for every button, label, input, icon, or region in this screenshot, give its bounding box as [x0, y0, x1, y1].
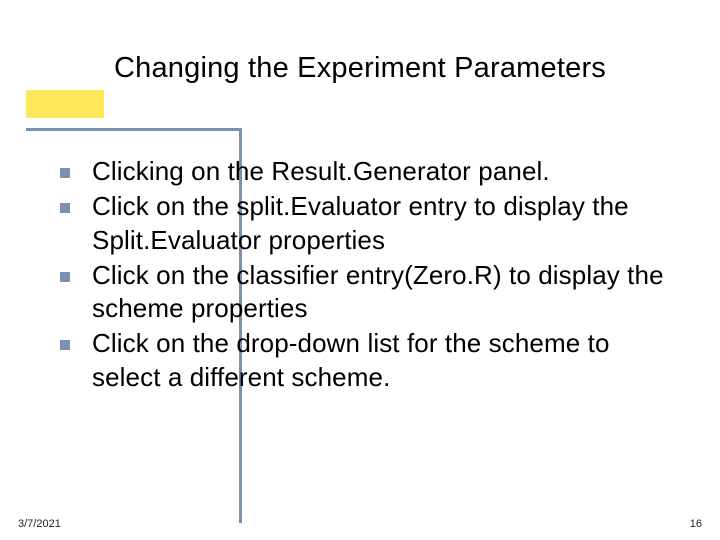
accent-block: [26, 90, 104, 118]
list-item: Clicking on the Result.Generator panel.: [60, 155, 680, 188]
slide-body: Clicking on the Result.Generator panel. …: [60, 155, 680, 396]
bullet-text: Click on the drop-down list for the sche…: [92, 327, 680, 394]
footer-date: 3/7/2021: [18, 518, 61, 530]
footer-page-number: 16: [690, 518, 702, 530]
bullet-text: Click on the classifier entry(Zero.R) to…: [92, 259, 680, 326]
bullet-text: Click on the split.Evaluator entry to di…: [92, 190, 680, 257]
bullet-text: Clicking on the Result.Generator panel.: [92, 155, 550, 188]
list-item: Click on the drop-down list for the sche…: [60, 327, 680, 394]
list-item: Click on the classifier entry(Zero.R) to…: [60, 259, 680, 326]
square-bullet-icon: [60, 272, 70, 282]
slide-title: Changing the Experiment Parameters: [114, 50, 674, 86]
square-bullet-icon: [60, 340, 70, 350]
divider-horizontal: [26, 128, 242, 131]
square-bullet-icon: [60, 203, 70, 213]
slide: Changing the Experiment Parameters Click…: [0, 0, 720, 540]
slide-header: Changing the Experiment Parameters: [0, 24, 720, 134]
square-bullet-icon: [60, 168, 70, 178]
list-item: Click on the split.Evaluator entry to di…: [60, 190, 680, 257]
